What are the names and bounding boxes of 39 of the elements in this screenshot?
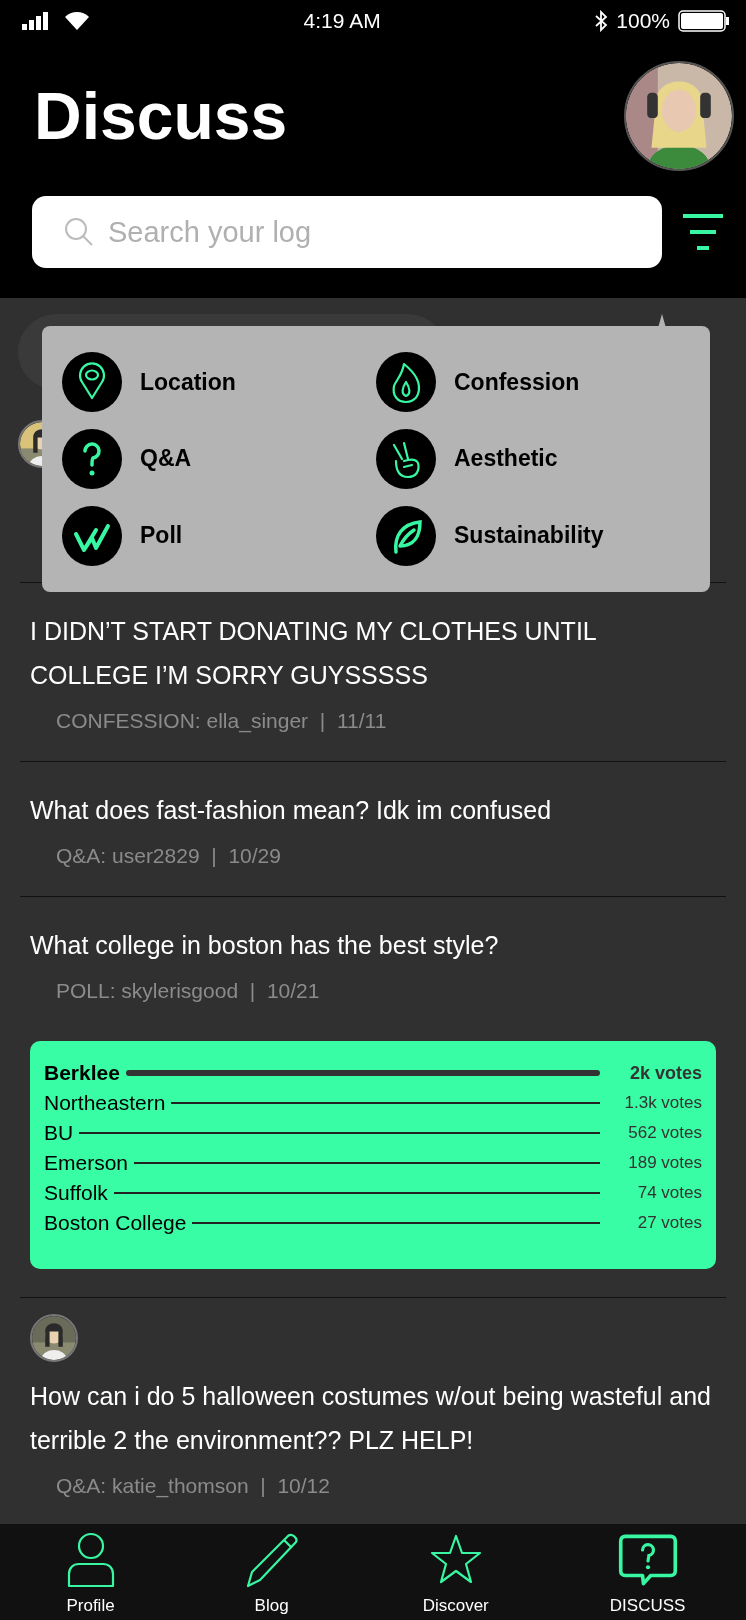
- post-title[interactable]: What college in boston has the best style?: [30, 923, 716, 967]
- map-pin-icon: [62, 352, 122, 413]
- post-meta: Q&A: katie_thomson | 10/12: [55, 1474, 331, 1498]
- filter-option[interactable]: Sustainability: [376, 503, 690, 568]
- vote-row[interactable]: Berklee 2k votes: [44, 1061, 702, 1085]
- filter-option[interactable]: Q&A: [62, 426, 376, 492]
- vote-row[interactable]: Boston College 27 votes: [44, 1211, 702, 1235]
- tab[interactable]: Discover: [416, 1524, 495, 1620]
- vote-row[interactable]: BU 562 votes: [44, 1121, 702, 1145]
- vote-row[interactable]: Northeastern 1.3k votes: [44, 1091, 702, 1115]
- question-mark-icon: [62, 429, 122, 489]
- filter-option[interactable]: Poll: [62, 503, 376, 568]
- post-meta: Q&A: user2829 | 10/29: [55, 844, 282, 868]
- search-field[interactable]: Search your log: [32, 196, 662, 268]
- tab[interactable]: Profile: [54, 1524, 127, 1620]
- tab[interactable]: DISCUSS: [603, 1524, 692, 1620]
- filter-option[interactable]: Aesthetic: [376, 426, 690, 492]
- vote-row[interactable]: Suffolk 74 votes: [44, 1181, 702, 1205]
- page-title: Discuss: [34, 78, 288, 154]
- post-title[interactable]: I DIDN’T START DONATING MY CLOTHES UNTIL COLLEGE I’M SORRY GUYSSSSS: [30, 609, 716, 697]
- vote-row[interactable]: Emerson 189 votes: [44, 1151, 702, 1175]
- leaf-icon: [376, 505, 436, 566]
- flame-icon: [376, 352, 436, 413]
- filter-option[interactable]: Confession: [376, 350, 690, 415]
- time-text: 4:19 AM: [303, 9, 381, 33]
- double-check-icon: [62, 505, 122, 566]
- battery-text: 100%: [616, 9, 670, 33]
- filter-icon[interactable]: [682, 214, 724, 250]
- peace-hand-icon: [376, 429, 436, 489]
- wifi-icon: [64, 11, 90, 31]
- post-title[interactable]: How can i do 5 halloween costumes w/out being wasteful and terrible 2 the environment?? PLZ HELP!: [30, 1374, 716, 1462]
- post-title[interactable]: What does fast-fashion mean? Idk im confused: [30, 788, 716, 832]
- bluetooth-icon: [594, 10, 609, 32]
- search-icon: [64, 217, 94, 247]
- battery-icon: [678, 10, 730, 32]
- filter-option[interactable]: Location: [62, 350, 376, 415]
- post-meta: CONFESSION: ella_singer | 11/11: [55, 709, 388, 733]
- post-meta: POLL: skylerisgood | 10/21: [55, 979, 321, 1003]
- tab[interactable]: Blog: [235, 1524, 308, 1620]
